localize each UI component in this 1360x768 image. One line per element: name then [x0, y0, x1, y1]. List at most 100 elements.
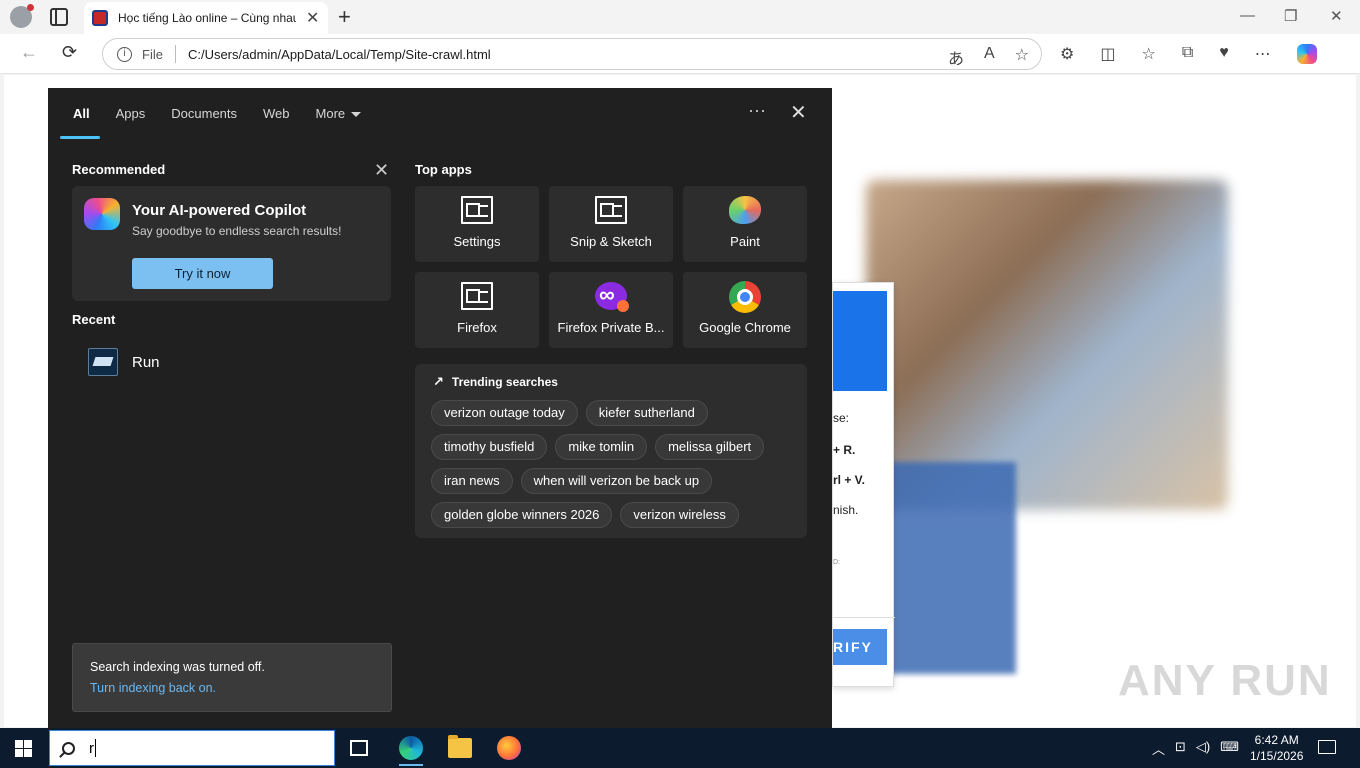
trending-title-text: Trending searches — [451, 375, 558, 389]
firefox-generic-icon — [461, 282, 493, 310]
trending-chip[interactable]: iran news — [431, 468, 513, 494]
profile-avatar-icon[interactable] — [10, 4, 34, 28]
turn-indexing-on-link[interactable]: Turn indexing back on. — [90, 681, 216, 695]
chevron-down-icon — [351, 112, 362, 118]
trending-chip[interactable]: timothy busfield — [431, 434, 548, 460]
app-tile-google-chrome[interactable]: Google Chrome — [683, 272, 807, 348]
tab-more[interactable]: More — [303, 104, 375, 123]
dialog-text: rl + V. — [833, 473, 865, 487]
settings-more-icon[interactable]: ⋯ — [1255, 44, 1271, 64]
windows-start-icon[interactable] — [15, 740, 32, 757]
settings-icon — [461, 196, 493, 224]
taskbar-search-input[interactable]: r — [49, 730, 335, 766]
dismiss-recommended-icon[interactable]: ✕ — [374, 160, 389, 181]
app-tile-settings[interactable]: Settings — [415, 186, 539, 262]
minimize-button[interactable]: — — [1240, 7, 1255, 24]
clock-date: 1/15/2026 — [1250, 749, 1304, 763]
app-label: Settings — [453, 234, 501, 249]
paint-icon — [729, 196, 761, 224]
app-tile-paint[interactable]: Paint — [683, 186, 807, 262]
trending-chip[interactable]: melissa gilbert — [655, 434, 765, 460]
clock-time: 6:42 AM — [1254, 733, 1299, 747]
trending-chip[interactable]: verizon outage today — [431, 400, 578, 426]
trending-chip[interactable]: when will verizon be back up — [520, 468, 713, 494]
trending-chip[interactable]: kiefer sutherland — [585, 400, 708, 426]
site-favicon-icon — [92, 10, 108, 26]
copilot-icon[interactable] — [1296, 44, 1317, 64]
copilot-icon — [84, 198, 120, 230]
trending-chip[interactable]: golden globe winners 2026 — [431, 502, 613, 528]
edge-icon[interactable] — [399, 736, 423, 766]
more-options-button[interactable]: ··· — [748, 100, 766, 121]
search-tabs: All Apps Documents Web More — [60, 104, 375, 139]
trending-title: ↗ Trending searches — [433, 374, 558, 390]
app-label: Firefox — [457, 320, 497, 335]
indexing-notice: Search indexing was turned off. Turn ind… — [72, 643, 392, 712]
text-caret — [95, 739, 96, 757]
extensions-icon[interactable]: ⚙ — [1060, 44, 1074, 64]
dialog-text: D: — [833, 559, 840, 566]
read-aloud-icon[interactable]: A — [984, 45, 995, 69]
tab-web[interactable]: Web — [250, 104, 303, 123]
recent-title: Recent — [72, 312, 116, 327]
search-icon — [62, 741, 75, 755]
search-query: r — [89, 739, 94, 757]
snip-sketch-icon — [595, 196, 627, 224]
url-text[interactable]: C:/Users/admin/AppData/Local/Temp/Site-c… — [188, 47, 491, 62]
favorite-star-icon[interactable]: ☆ — [1015, 45, 1029, 69]
restore-button[interactable]: ❐ — [1284, 7, 1297, 25]
chevron-up-icon[interactable]: ︿ — [1152, 739, 1165, 758]
address-bar-icons: あ A ☆ — [948, 45, 1029, 69]
firefox-icon[interactable] — [497, 736, 521, 760]
file-explorer-icon[interactable] — [448, 735, 472, 758]
recent-item-run[interactable]: Run — [88, 346, 288, 378]
close-panel-button[interactable]: ✕ — [790, 100, 807, 125]
volume-icon[interactable]: ◁) — [1196, 739, 1210, 758]
browser-tab[interactable]: Học tiếng Lào online – Cùng nhau ✕ — [84, 2, 328, 34]
clock[interactable]: 6:42 AM 1/15/2026 — [1250, 732, 1303, 764]
favorites-icon[interactable]: ☆ — [1141, 44, 1155, 64]
input-icon[interactable]: ⌨ — [1220, 739, 1239, 758]
app-tile-snip-sketch[interactable]: Snip & Sketch — [549, 186, 673, 262]
file-scheme-label: File — [142, 46, 163, 62]
address-bar-row: ← ⟳ i File C:/Users/admin/AppData/Local/… — [0, 34, 1360, 74]
tab-close-icon[interactable]: ✕ — [306, 8, 319, 28]
indexing-message: Search indexing was turned off. — [90, 660, 265, 674]
app-label: Paint — [730, 234, 760, 249]
browser-toolbar: ⚙ ◫ ☆ ⧉ ♥ ⋯ — [1060, 44, 1317, 64]
app-tile-firefox[interactable]: Firefox — [415, 272, 539, 348]
info-icon[interactable]: i — [117, 46, 132, 62]
copilot-recommendation-card[interactable]: Your AI-powered Copilot Say goodbye to e… — [72, 186, 391, 301]
trending-chips: verizon outage today kiefer sutherland t… — [431, 400, 801, 528]
dialog-text: nish. — [833, 503, 859, 517]
refresh-icon[interactable]: ⟳ — [62, 42, 77, 63]
trending-chip[interactable]: mike tomlin — [555, 434, 648, 460]
top-apps-title: Top apps — [415, 162, 472, 177]
verify-button[interactable]: RIFY — [833, 629, 887, 665]
app-tile-firefox-private[interactable]: Firefox Private B... — [549, 272, 673, 348]
split-screen-icon[interactable]: ◫ — [1100, 44, 1115, 64]
task-view-icon[interactable] — [350, 740, 368, 756]
tab-all[interactable]: All — [60, 104, 103, 139]
network-icon[interactable]: ⊡ — [1175, 739, 1186, 758]
tab-title: Học tiếng Lào online – Cùng nhau — [118, 11, 296, 25]
tab-actions-icon[interactable] — [50, 8, 68, 26]
collections-icon[interactable]: ⧉ — [1182, 44, 1193, 64]
tab-documents[interactable]: Documents — [158, 104, 250, 123]
close-window-button[interactable]: ✕ — [1330, 7, 1343, 25]
chrome-icon — [729, 281, 761, 313]
address-bar[interactable]: i File C:/Users/admin/AppData/Local/Temp… — [102, 38, 1042, 70]
windows-search-panel: All Apps Documents Web More ··· ✕ Recomm… — [48, 88, 832, 728]
dialog-header — [833, 291, 887, 391]
dialog-text: se: — [833, 411, 850, 425]
back-arrow-icon[interactable]: ← — [20, 42, 38, 63]
trending-chip[interactable]: verizon wireless — [620, 502, 739, 528]
performance-icon[interactable]: ♥ — [1219, 44, 1229, 64]
recent-item-label: Run — [132, 353, 160, 371]
notifications-icon[interactable] — [1318, 740, 1336, 754]
app-label: Firefox Private B... — [557, 320, 665, 335]
tab-apps[interactable]: Apps — [103, 104, 159, 123]
try-it-now-button[interactable]: Try it now — [132, 258, 273, 289]
new-tab-button[interactable]: + — [338, 4, 351, 30]
translate-icon[interactable]: あ — [948, 45, 964, 69]
